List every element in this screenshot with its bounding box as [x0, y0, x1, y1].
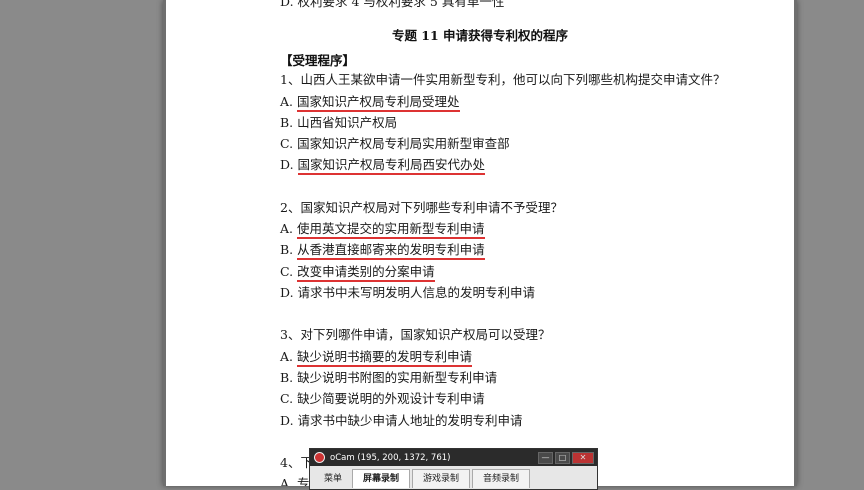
ocam-window[interactable]: oCam (195, 200, 1372, 761) — □ ✕ 菜单 屏幕录制… [309, 448, 598, 490]
q1-option-a-text: 国家知识产权局专利局受理处 [296, 94, 460, 112]
q3-option-c: C. 缺少简要说明的外观设计专利申请 [280, 391, 485, 406]
q3-option-a: A. 缺少说明书摘要的发明专利申请 [280, 349, 472, 367]
q2-option-b-text: 从香港直接邮寄来的发明专利申请 [297, 242, 485, 260]
question-1: 1、山西人王某欲申请一件实用新型专利，他可以向下列哪些机构提交申请文件？ [280, 72, 726, 87]
tab-menu[interactable]: 菜单 [316, 470, 350, 488]
q3-option-b-text: 缺少说明书附图的实用新型专利申请 [297, 370, 498, 385]
prev-answer-line: D. 权利要求 4 与权利要求 5 具有单一性 [280, 0, 505, 9]
ocam-titlebar[interactable]: oCam (195, 200, 1372, 761) — □ ✕ [310, 449, 597, 466]
q2-option-b: B. 从香港直接邮寄来的发明专利申请 [280, 242, 485, 260]
q1-option-d: D. 国家知识产权局专利局西安代办处 [280, 157, 486, 175]
q2-option-a: A. 使用英文提交的实用新型专利申请 [280, 221, 485, 239]
q2-option-c: C. 改变申请类别的分案申请 [280, 264, 435, 282]
ocam-tabs: 菜单 屏幕录制 游戏录制 音频录制 [310, 466, 597, 488]
q1-option-c-text: 国家知识产权局专利局实用新型审查部 [297, 136, 510, 151]
ocam-app-icon [314, 452, 325, 463]
q2-option-d: D. 请求书中未写明发明人信息的发明专利申请 [280, 285, 536, 300]
q2-option-a-text: 使用英文提交的实用新型专利申请 [296, 221, 485, 239]
q3-option-d-text: 请求书中缺少申请人地址的发明专利申请 [297, 413, 523, 428]
document-page: D. 权利要求 4 与权利要求 5 具有单一性 专题 11 申请获得专利权的程序… [163, 0, 797, 486]
q1-option-b-text: 山西省知识产权局 [297, 115, 398, 130]
q2-option-c-text: 改变申请类别的分案申请 [297, 264, 435, 282]
q1-option-c: C. 国家知识产权局专利局实用新型审查部 [280, 136, 510, 151]
tab-audio-recording[interactable]: 音频录制 [472, 469, 531, 488]
q3-option-a-text: 缺少说明书摘要的发明专利申请 [296, 349, 472, 367]
q1-option-b: B. 山西省知识产权局 [280, 115, 398, 130]
question-4-partial: 4、下 [280, 455, 313, 470]
q1-option-a: A. 国家知识产权局专利局受理处 [280, 94, 460, 112]
topic-heading: 专题 11 申请获得专利权的程序 [391, 28, 569, 43]
section-title: 【受理程序】 [280, 53, 356, 68]
tab-game-recording[interactable]: 游戏录制 [412, 469, 471, 488]
minimize-icon[interactable]: — [538, 452, 553, 464]
q3-option-d: D. 请求书中缺少申请人地址的发明专利申请 [280, 413, 523, 428]
q3-option-b: B. 缺少说明书附图的实用新型专利申请 [280, 370, 498, 385]
q1-option-d-text: 国家知识产权局专利局西安代办处 [297, 157, 486, 175]
maximize-icon[interactable]: □ [555, 452, 570, 464]
ocam-title: oCam (195, 200, 1372, 761) [330, 452, 451, 463]
question-3: 3、对下列哪件申请，国家知识产权局可以受理？ [280, 327, 551, 342]
close-icon[interactable]: ✕ [572, 452, 594, 464]
q4-option-a-partial: A. 专 [280, 476, 310, 486]
question-2: 2、国家知识产权局对下列哪些专利申请不予受理？ [280, 200, 563, 215]
page-right-border [794, 0, 797, 486]
window-controls: — □ ✕ [538, 452, 594, 464]
tab-screen-recording[interactable]: 屏幕录制 [352, 469, 411, 488]
q2-option-d-text: 请求书中未写明发明人信息的发明专利申请 [297, 285, 536, 300]
page-left-border [163, 0, 166, 486]
q3-option-c-text: 缺少简要说明的外观设计专利申请 [297, 391, 485, 406]
